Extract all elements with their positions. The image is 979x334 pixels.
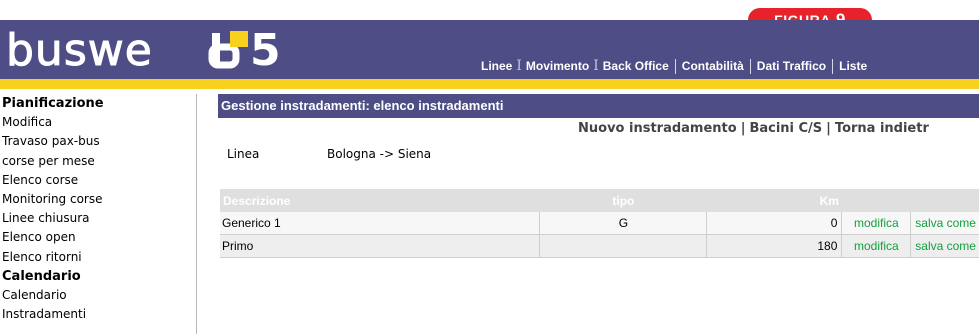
nav-separator: I	[593, 58, 599, 74]
nav-item-liste[interactable]: Liste	[839, 59, 867, 73]
logo-suffix: 5	[250, 25, 281, 73]
sidebar-heading-pianificazione: Pianificazione	[2, 96, 104, 111]
column-header-tipo[interactable]: tipo	[539, 189, 707, 212]
salva-come-link[interactable]: salva come	[910, 234, 979, 258]
bacini-cs-link[interactable]: Bacini C/S	[749, 121, 822, 136]
sidebar-item-travaso[interactable]: Travaso pax-bus	[0, 132, 196, 151]
cell-km: 180	[706, 234, 842, 258]
linea-field: Linea Bologna -> Siena	[227, 147, 431, 161]
cell-descrizione: Generico 1	[220, 212, 540, 235]
column-header-blank	[910, 189, 979, 212]
main-nav: Linee I Movimento I Back Office Contabil…	[481, 57, 867, 75]
cell-km: 0	[706, 212, 842, 235]
cell-descrizione: Primo	[220, 234, 540, 258]
sidebar-item-linee-chiusura[interactable]: Linee chiusura	[0, 209, 196, 228]
action-links: Nuovo instradamento | Bacini C/S | Torna ind…	[578, 121, 929, 136]
nav-separator	[749, 58, 751, 74]
nav-separator	[674, 58, 676, 74]
sidebar-item-corse-per-mese[interactable]: corse per mese	[0, 152, 196, 171]
sidebar-item-modifica[interactable]: Modifica	[0, 113, 196, 132]
busweb-logo: buswe 5	[6, 25, 281, 74]
column-header-descrizione[interactable]: Descrizione	[220, 189, 540, 212]
nav-item-contabilita[interactable]: Contabilità	[682, 59, 744, 73]
table-row: Generico 1 G 0 modifica salva come	[220, 212, 979, 235]
modifica-link[interactable]: modifica	[841, 212, 911, 235]
column-header-blank	[841, 189, 911, 212]
sidebar-heading-calendario: Calendario	[2, 268, 81, 284]
instradamenti-table: Descrizione tipo Km Generico 1 G 0 modif…	[220, 189, 979, 258]
cell-tipo	[539, 234, 707, 258]
accent-bar	[0, 79, 979, 89]
torna-indietro-link[interactable]: Torna indietr	[835, 121, 929, 136]
table-row: Primo 180 modifica salva come	[220, 234, 979, 258]
table-header-row: Descrizione tipo Km	[220, 189, 979, 212]
sidebar-item-monitoring-corse[interactable]: Monitoring corse	[0, 190, 196, 209]
sidebar-item-elenco-corse[interactable]: Elenco corse	[0, 171, 196, 190]
action-separator: |	[740, 121, 746, 136]
column-header-km[interactable]: Km	[706, 189, 842, 212]
sidebar-item-elenco-open[interactable]: Elenco open	[0, 228, 196, 247]
salva-come-link[interactable]: salva come	[910, 212, 979, 235]
nav-item-back-office[interactable]: Back Office	[603, 59, 669, 73]
nav-item-linee[interactable]: Linee	[481, 59, 512, 73]
linea-value: Bologna -> Siena	[327, 147, 432, 161]
nav-separator	[832, 58, 834, 74]
nav-separator: I	[516, 58, 522, 74]
page-title: Gestione instradamenti: elenco instradam…	[218, 94, 979, 118]
logo-text: buswe	[6, 25, 153, 73]
sidebar: Pianificazione Modifica Travaso pax-bus …	[0, 94, 197, 334]
action-separator: |	[826, 121, 831, 136]
modifica-link[interactable]: modifica	[841, 234, 911, 258]
nav-item-movimento[interactable]: Movimento	[526, 59, 589, 73]
sidebar-item-calendario[interactable]: Calendario	[0, 286, 196, 305]
nuovo-instradamento-link[interactable]: Nuovo instradamento	[578, 121, 737, 136]
logo-yellow-block	[230, 31, 248, 47]
nav-item-dati-traffico[interactable]: Dati Traffico	[757, 59, 826, 73]
sidebar-item-instradamenti[interactable]: Instradamenti	[0, 305, 196, 324]
sidebar-item-elenco-ritorni[interactable]: Elenco ritorni	[0, 248, 196, 267]
app-header: buswe 5 Linee I Movimento I Back Office …	[0, 20, 979, 79]
linea-label: Linea	[227, 147, 260, 161]
cell-tipo: G	[539, 212, 707, 235]
